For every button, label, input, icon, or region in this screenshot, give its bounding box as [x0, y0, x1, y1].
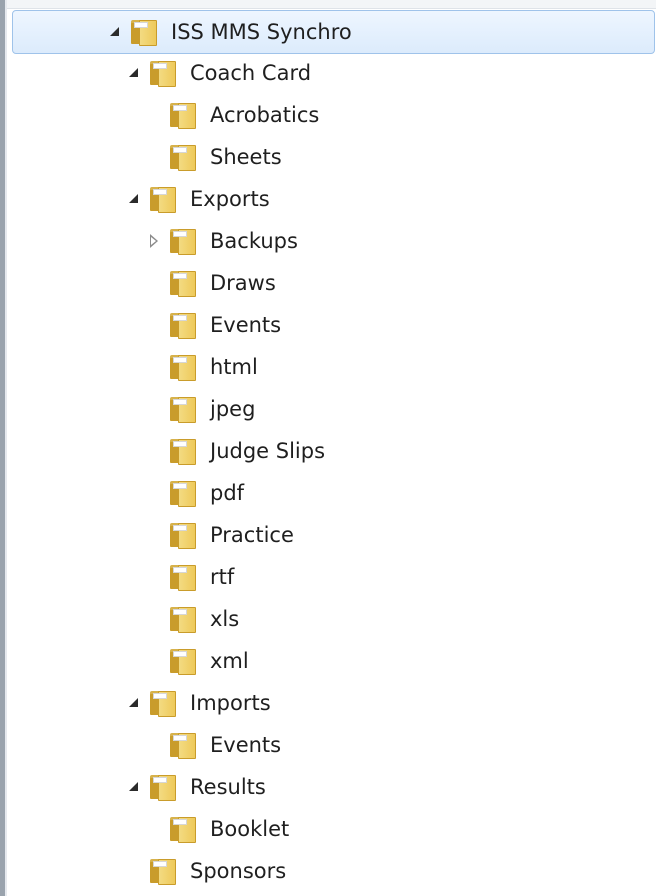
folder-icon: [150, 60, 178, 87]
folder-icon: [170, 144, 198, 171]
tree-item-sheets[interactable]: Sheets: [0, 136, 656, 178]
tree-item-sponsors[interactable]: Sponsors: [0, 850, 656, 892]
tree-item-html[interactable]: html: [0, 346, 656, 388]
folder-icon: [170, 480, 198, 507]
expand-arrow-icon[interactable]: [126, 682, 142, 724]
tree-item-xml[interactable]: xml: [0, 640, 656, 682]
expand-arrow-icon[interactable]: [126, 52, 142, 94]
tree-item-label: Events: [210, 313, 282, 337]
folder-icon: [131, 19, 159, 46]
expand-arrow-icon[interactable]: [126, 766, 142, 808]
tree-item-label: rtf: [210, 565, 235, 589]
tree-item-label: Acrobatics: [210, 103, 320, 127]
tree-item-backups[interactable]: Backups: [0, 220, 656, 262]
folder-icon: [170, 564, 198, 591]
collapse-arrow-icon[interactable]: [146, 220, 162, 262]
folder-icon: [150, 186, 178, 213]
folder-icon: [170, 396, 198, 423]
folder-icon: [170, 816, 198, 843]
tree-item-judge-slips[interactable]: Judge Slips: [0, 430, 656, 472]
expand-arrow-icon[interactable]: [107, 11, 123, 53]
folder-icon: [170, 648, 198, 675]
tree-item-label: Sponsors: [190, 859, 287, 883]
tree-item-label: Judge Slips: [210, 439, 326, 463]
tree-item-xls[interactable]: xls: [0, 598, 656, 640]
tree-item-label: jpeg: [210, 397, 256, 421]
tree-item-label: Sheets: [210, 145, 282, 169]
folder-icon: [170, 354, 198, 381]
tree-item-label: Coach Card: [190, 61, 312, 85]
tree-item-iss-mms-synchro[interactable]: ISS MMS Synchro: [12, 10, 655, 54]
tree-item-events[interactable]: Events: [0, 304, 656, 346]
tree-item-jpeg[interactable]: jpeg: [0, 388, 656, 430]
folder-icon: [150, 858, 178, 885]
tree-item-label: Exports: [190, 187, 270, 211]
tree-item-label: Booklet: [210, 817, 290, 841]
folder-icon: [170, 102, 198, 129]
tree-item-label: Results: [190, 775, 266, 799]
tree-item-rtf[interactable]: rtf: [0, 556, 656, 598]
tree-item-results[interactable]: Results: [0, 766, 656, 808]
expand-arrow-icon[interactable]: [126, 178, 142, 220]
tree-item-label: html: [210, 355, 258, 379]
folder-icon: [170, 438, 198, 465]
tree-item-exports[interactable]: Exports: [0, 178, 656, 220]
tree-item-practice[interactable]: Practice: [0, 514, 656, 556]
tree-item-coach-card[interactable]: Coach Card: [0, 52, 656, 94]
tree-item-label: Practice: [210, 523, 294, 547]
top-border: [0, 0, 656, 9]
tree-item-booklet[interactable]: Booklet: [0, 808, 656, 850]
folder-icon: [170, 522, 198, 549]
tree-item-imports-events[interactable]: Events: [0, 724, 656, 766]
folder-icon: [150, 774, 178, 801]
tree-item-label: xml: [210, 649, 249, 673]
tree-item-pdf[interactable]: pdf: [0, 472, 656, 514]
folder-icon: [150, 690, 178, 717]
tree-item-label: Backups: [210, 229, 298, 253]
folder-icon: [170, 312, 198, 339]
tree-item-label: xls: [210, 607, 240, 631]
tree-item-acrobatics[interactable]: Acrobatics: [0, 94, 656, 136]
folder-icon: [170, 228, 198, 255]
tree-item-label: Draws: [210, 271, 276, 295]
folder-icon: [170, 270, 198, 297]
tree-item-label: Events: [210, 733, 282, 757]
tree-item-label: pdf: [210, 481, 245, 505]
folder-icon: [170, 732, 198, 759]
tree-item-draws[interactable]: Draws: [0, 262, 656, 304]
tree-item-label: ISS MMS Synchro: [171, 20, 352, 44]
folder-icon: [170, 606, 198, 633]
tree-item-imports[interactable]: Imports: [0, 682, 656, 724]
tree-item-label: Imports: [190, 691, 271, 715]
